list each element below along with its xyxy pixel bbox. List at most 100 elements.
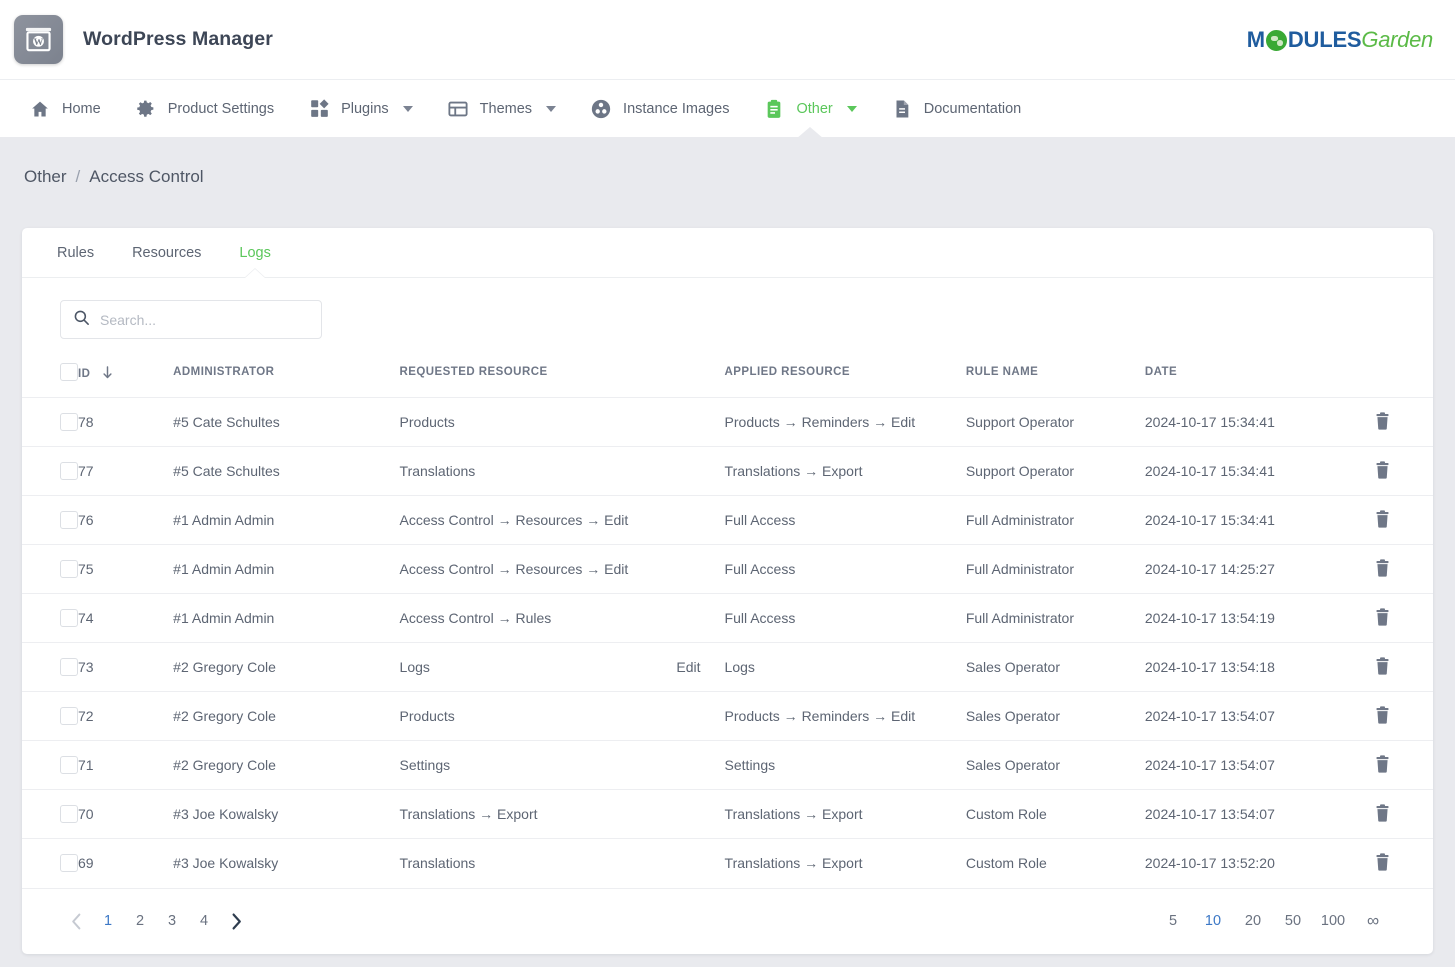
- breadcrumb-parent[interactable]: Other: [24, 167, 67, 187]
- row-select-cell: [22, 447, 78, 496]
- per-page-option-5[interactable]: 5: [1153, 905, 1193, 937]
- table-row[interactable]: 71#2 Gregory ColeSettingsSettingsSales O…: [22, 741, 1433, 790]
- table-row[interactable]: 78#5 Cate SchultesProductsProducts → Rem…: [22, 398, 1433, 447]
- nav-item-plugins[interactable]: Plugins: [291, 80, 430, 138]
- search-box[interactable]: [60, 300, 322, 339]
- modulesgarden-logo: M DULES Garden: [1247, 27, 1433, 53]
- page-links: 1234: [60, 905, 252, 937]
- search-input[interactable]: [100, 312, 311, 328]
- requested-resource-extra: Edit: [676, 659, 700, 675]
- trash-icon[interactable]: [1374, 706, 1391, 724]
- row-checkbox[interactable]: [60, 462, 78, 480]
- cell-requested-resource: Translations → Export: [400, 790, 725, 839]
- svg-text:W: W: [34, 37, 44, 48]
- column-label: ID: [78, 368, 90, 380]
- cell-date: 2024-10-17 15:34:41: [1145, 496, 1374, 545]
- row-checkbox[interactable]: [60, 805, 78, 823]
- table-row[interactable]: 69#3 Joe KowalskyTranslationsTranslation…: [22, 839, 1433, 888]
- chevron-right-icon[interactable]: [220, 905, 252, 937]
- trash-icon[interactable]: [1374, 510, 1391, 528]
- tab-rules[interactable]: Rules: [38, 228, 113, 278]
- active-tab-indicator: [244, 269, 266, 279]
- select-all-checkbox[interactable]: [60, 363, 78, 381]
- table-row[interactable]: 76#1 Admin AdminAccess Control → Resourc…: [22, 496, 1433, 545]
- per-page-option-50[interactable]: 50: [1273, 905, 1313, 937]
- column-header-applied-resource[interactable]: APPLIED RESOURCE: [725, 357, 966, 398]
- column-header-rule-name[interactable]: RULE NAME: [966, 357, 1145, 398]
- tab-resources[interactable]: Resources: [113, 228, 220, 278]
- nav-item-instance-images[interactable]: Instance Images: [573, 80, 746, 138]
- row-checkbox[interactable]: [60, 511, 78, 529]
- trash-icon[interactable]: [1374, 804, 1391, 822]
- column-header-date[interactable]: DATE: [1145, 357, 1374, 398]
- trash-icon[interactable]: [1374, 657, 1391, 675]
- cell-id: 70: [78, 790, 173, 839]
- active-nav-indicator: [796, 127, 824, 139]
- cell-administrator: #2 Gregory Cole: [173, 741, 399, 790]
- row-checkbox[interactable]: [60, 560, 78, 578]
- cell-administrator: #1 Admin Admin: [173, 496, 399, 545]
- row-select-cell: [22, 496, 78, 545]
- per-page-option-20[interactable]: 20: [1233, 905, 1273, 937]
- trash-icon[interactable]: [1374, 412, 1391, 430]
- table-row[interactable]: 73#2 Gregory ColeLogsEditLogsSales Opera…: [22, 643, 1433, 692]
- nav-item-themes[interactable]: Themes: [430, 80, 573, 138]
- column-header-administrator[interactable]: ADMINISTRATOR: [173, 357, 399, 398]
- cell-id: 76: [78, 496, 173, 545]
- table-row[interactable]: 70#3 Joe KowalskyTranslations → ExportTr…: [22, 790, 1433, 839]
- per-page-option-10[interactable]: 10: [1193, 905, 1233, 937]
- table-row[interactable]: 74#1 Admin AdminAccess Control → RulesFu…: [22, 594, 1433, 643]
- chevron-down-icon: [403, 106, 413, 112]
- page-link-1[interactable]: 1: [92, 905, 124, 937]
- arrow-down-icon: [102, 366, 113, 382]
- column-header-requested-resource[interactable]: REQUESTED RESOURCE: [400, 357, 725, 398]
- access-control-card: Rules Resources Logs I: [22, 228, 1433, 954]
- pagination-bar: 1234 5102050100∞: [22, 888, 1433, 954]
- page-link-2[interactable]: 2: [124, 905, 156, 937]
- requested-resource-text: Access Control → Rules: [400, 610, 552, 626]
- cell-administrator: #2 Gregory Cole: [173, 643, 399, 692]
- tab-logs[interactable]: Logs: [220, 228, 289, 278]
- column-header-id[interactable]: ID: [78, 357, 173, 398]
- row-checkbox[interactable]: [60, 756, 78, 774]
- per-page-option-100[interactable]: 100: [1313, 905, 1353, 937]
- nav-item-other[interactable]: Other: [746, 80, 873, 138]
- nav-item-home[interactable]: Home: [12, 80, 118, 138]
- cell-rule-name: Support Operator: [966, 398, 1145, 447]
- cell-date: 2024-10-17 14:25:27: [1145, 545, 1374, 594]
- row-checkbox[interactable]: [60, 707, 78, 725]
- trash-icon[interactable]: [1374, 853, 1391, 871]
- row-checkbox[interactable]: [60, 609, 78, 627]
- breadcrumb-separator: /: [76, 167, 81, 187]
- page-link-3[interactable]: 3: [156, 905, 188, 937]
- table-row[interactable]: 72#2 Gregory ColeProductsProducts → Remi…: [22, 692, 1433, 741]
- nav-item-documentation[interactable]: Documentation: [874, 80, 1039, 138]
- chevron-down-icon: [546, 106, 556, 112]
- cell-rule-name: Full Administrator: [966, 545, 1145, 594]
- cell-applied-resource: Products → Reminders → Edit: [725, 398, 966, 447]
- trash-icon[interactable]: [1374, 608, 1391, 626]
- requested-resource-text: Access Control → Resources → Edit: [400, 561, 629, 577]
- row-select-cell: [22, 594, 78, 643]
- brand-suffix: Garden: [1361, 27, 1433, 53]
- table-row[interactable]: 75#1 Admin AdminAccess Control → Resourc…: [22, 545, 1433, 594]
- row-checkbox[interactable]: [60, 413, 78, 431]
- trash-icon[interactable]: [1374, 461, 1391, 479]
- chevron-left-icon[interactable]: [60, 905, 92, 937]
- requested-resource-text: Logs: [400, 659, 430, 675]
- trash-icon[interactable]: [1374, 755, 1391, 773]
- cell-requested-resource: Products: [400, 398, 725, 447]
- cell-applied-resource: Translations → Export: [725, 447, 966, 496]
- cell-id: 71: [78, 741, 173, 790]
- page-link-4[interactable]: 4: [188, 905, 220, 937]
- nav-item-product-settings[interactable]: Product Settings: [118, 80, 291, 138]
- cell-actions: [1374, 741, 1433, 790]
- trash-icon[interactable]: [1374, 559, 1391, 577]
- cell-id: 72: [78, 692, 173, 741]
- nav-label: Themes: [480, 101, 532, 117]
- column-label: APPLIED RESOURCE: [725, 366, 850, 378]
- row-checkbox[interactable]: [60, 658, 78, 676]
- row-checkbox[interactable]: [60, 854, 78, 872]
- table-row[interactable]: 77#5 Cate SchultesTranslationsTranslatio…: [22, 447, 1433, 496]
- per-page-option-all[interactable]: ∞: [1353, 905, 1393, 937]
